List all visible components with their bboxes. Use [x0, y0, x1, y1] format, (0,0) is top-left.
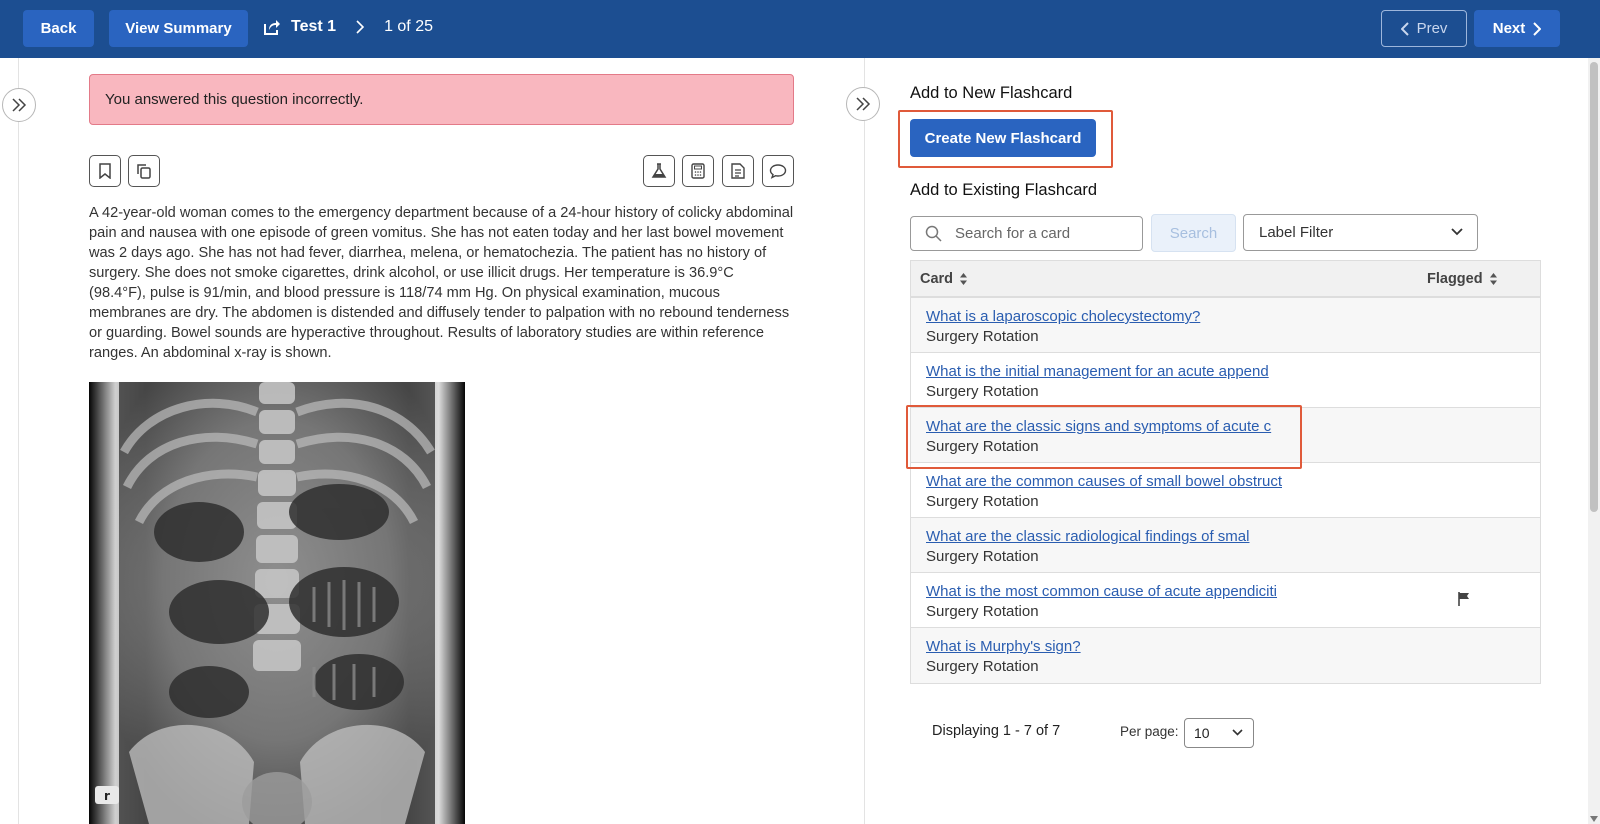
table-row: What is a laparoscopic cholecystectomy? … — [911, 298, 1540, 353]
comment-icon — [769, 164, 787, 179]
table-row: What is Murphy's sign? Surgery Rotation — [911, 628, 1540, 683]
search-button[interactable]: Search — [1151, 214, 1236, 252]
card-deck: Surgery Rotation — [926, 603, 1039, 620]
notes-icon — [731, 163, 745, 179]
chevron-down-icon — [1232, 729, 1243, 736]
label-filter-value: Label Filter — [1259, 224, 1334, 241]
question-stem: A 42-year-old woman comes to the emergen… — [89, 205, 794, 361]
test-name: Test 1 — [291, 18, 337, 35]
card-link[interactable]: What is a laparoscopic cholecystectomy? — [926, 308, 1200, 325]
chevron-right-icon — [1533, 21, 1542, 36]
card-deck: Surgery Rotation — [926, 548, 1039, 565]
notes-button[interactable] — [722, 155, 754, 187]
card-search-box — [910, 216, 1143, 251]
card-column-label: Card — [920, 271, 954, 287]
sort-icon — [960, 273, 968, 285]
card-link[interactable]: What are the classic radiological findin… — [926, 528, 1249, 545]
share-icon[interactable] — [263, 18, 281, 36]
svg-text:r: r — [104, 789, 110, 803]
next-label: Next — [1492, 20, 1526, 37]
card-deck: Surgery Rotation — [926, 493, 1039, 510]
lab-values-button[interactable] — [643, 155, 675, 187]
per-page-label: Per page: — [1120, 724, 1179, 739]
page-scrollbar[interactable] — [1588, 58, 1600, 824]
chevron-down-icon — [1451, 228, 1463, 236]
view-summary-button[interactable]: View Summary — [109, 10, 248, 47]
card-deck: Surgery Rotation — [926, 658, 1039, 675]
bookmark-icon — [99, 163, 111, 179]
create-new-flashcard-button[interactable]: Create New Flashcard — [910, 119, 1096, 157]
feedback-button[interactable] — [762, 155, 794, 187]
flag-icon — [1458, 592, 1469, 606]
sort-icon — [1489, 273, 1497, 285]
flagged-column-label: Flagged — [1427, 271, 1483, 287]
expand-left-panel-button[interactable] — [2, 88, 36, 122]
card-link[interactable]: What is the initial management for an ac… — [926, 363, 1269, 380]
table-row: What is the most common cause of acute a… — [911, 573, 1540, 628]
bookmark-button[interactable] — [89, 155, 121, 187]
card-link[interactable]: What is the most common cause of acute a… — [926, 583, 1277, 600]
highlight-box — [906, 405, 1302, 469]
double-chevron-right-icon — [856, 97, 871, 111]
double-chevron-right-icon — [12, 98, 27, 112]
table-row: What are the classic radiological findin… — [911, 518, 1540, 573]
per-page-select[interactable]: 10 — [1184, 718, 1254, 748]
calculator-button[interactable] — [682, 155, 714, 187]
new-flashcard-heading: Add to New Flashcard — [910, 84, 1073, 102]
question-position: 1 of 25 — [384, 18, 433, 35]
scroll-down-arrow-icon[interactable] — [1590, 816, 1598, 822]
table-header: Card Flagged — [911, 261, 1540, 298]
flagged-column-header[interactable]: Flagged — [1427, 271, 1498, 287]
copy-button[interactable] — [128, 155, 160, 187]
table-body: What is a laparoscopic cholecystectomy? … — [911, 298, 1540, 683]
lab-flask-icon — [651, 163, 667, 178]
incorrect-answer-alert: You answered this question incorrectly. — [89, 74, 794, 125]
card-link[interactable]: What is Murphy's sign? — [926, 638, 1081, 655]
card-deck: Surgery Rotation — [926, 383, 1039, 400]
chevron-right-icon — [356, 20, 365, 34]
scrollbar-thumb[interactable] — [1590, 62, 1598, 512]
pagination-summary: Displaying 1 - 7 of 7 — [932, 723, 1061, 739]
back-button[interactable]: Back — [23, 10, 94, 47]
copy-icon — [137, 164, 151, 179]
left-panel-edge — [18, 58, 19, 824]
card-column-header[interactable]: Card — [920, 271, 968, 287]
prev-label: Prev — [1416, 20, 1448, 37]
test-breadcrumb: Test 1 1 of 25 — [263, 18, 433, 36]
next-button[interactable]: Next — [1474, 10, 1560, 47]
chevron-left-icon — [1400, 21, 1409, 36]
table-row: What is the initial management for an ac… — [911, 353, 1540, 408]
top-navigation-bar: Back View Summary Test 1 1 of 25 Prev Ne… — [0, 0, 1600, 58]
label-filter-select[interactable]: Label Filter — [1243, 214, 1478, 251]
card-link[interactable]: What are the common causes of small bowe… — [926, 473, 1282, 490]
flashcard-table: Card Flagged What is a laparoscopic chol… — [910, 260, 1541, 684]
card-search-input[interactable] — [955, 217, 1140, 250]
calculator-icon — [691, 163, 705, 179]
expand-right-panel-button[interactable] — [846, 87, 880, 121]
table-row: What are the common causes of small bowe… — [911, 463, 1540, 518]
panel-divider[interactable] — [864, 58, 865, 824]
prev-button[interactable]: Prev — [1381, 10, 1467, 47]
per-page-value: 10 — [1194, 725, 1210, 741]
search-icon — [925, 225, 942, 242]
existing-flashcard-heading: Add to Existing Flashcard — [910, 181, 1098, 199]
abdominal-xray-image[interactable]: r — [89, 382, 465, 824]
card-deck: Surgery Rotation — [926, 328, 1039, 345]
